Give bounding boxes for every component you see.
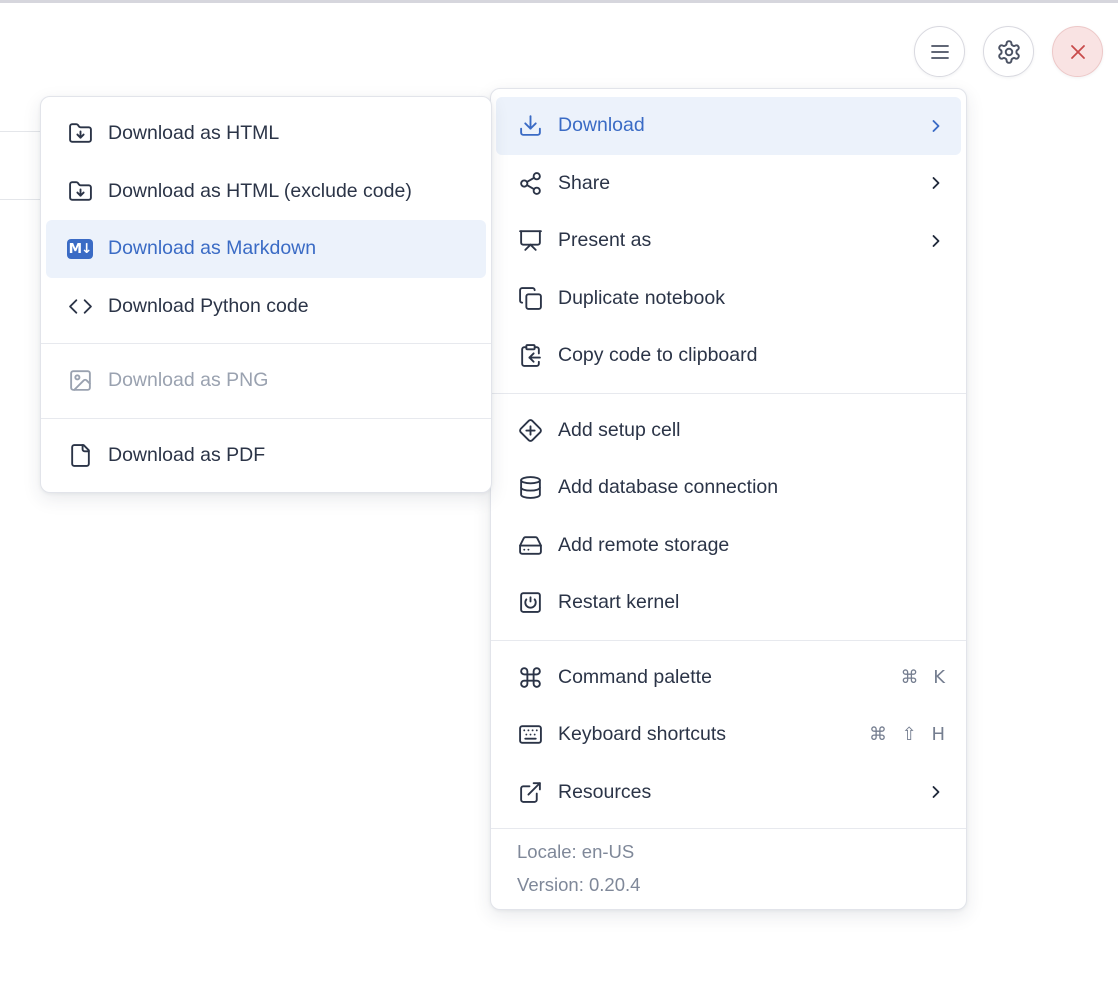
menu-item-label: Download as PNG xyxy=(108,369,471,392)
menu-item-label: Present as xyxy=(558,229,911,252)
presentation-icon xyxy=(517,228,543,253)
menu-item-label: Download as HTML (exclude code) xyxy=(108,180,471,203)
menu-item-duplicate-notebook[interactable]: Duplicate notebook xyxy=(491,270,966,328)
copy-icon xyxy=(517,286,543,311)
menu-item-download-as-html-exclude-code[interactable]: Download as HTML (exclude code) xyxy=(41,163,491,221)
gear-icon xyxy=(996,39,1022,65)
notebook-menu-button[interactable] xyxy=(914,26,965,77)
menu-item-add-database-connection[interactable]: Add database connection xyxy=(491,459,966,517)
keyboard-icon xyxy=(517,722,543,747)
x-icon xyxy=(1066,40,1090,64)
notebook-actions-menu: Download Share Present as Duplicate noteboo… xyxy=(490,88,967,910)
external-link-icon xyxy=(517,780,543,805)
menu-item-label: Download Python code xyxy=(108,295,471,318)
menu-item-label: Add database connection xyxy=(558,476,946,499)
menu-item-label: Add remote storage xyxy=(558,534,946,557)
markdown-download-icon: M↓ xyxy=(67,239,93,259)
menu-divider xyxy=(491,640,966,641)
page-top-border xyxy=(0,0,1118,3)
menu-item-present-as[interactable]: Present as xyxy=(491,212,966,270)
code-icon xyxy=(67,294,93,319)
shortcut-hint: ⌘ K xyxy=(900,667,946,688)
menu-footer: Locale: en-US Version: 0.20.4 xyxy=(491,828,966,909)
chevron-right-icon xyxy=(926,173,946,193)
page-divider-line xyxy=(0,199,41,200)
version-text: Version: 0.20.4 xyxy=(517,868,940,901)
menu-divider xyxy=(41,418,491,419)
close-button[interactable] xyxy=(1052,26,1103,77)
download-submenu: Download as HTML Download as HTML (exclud… xyxy=(40,96,492,493)
file-icon xyxy=(67,443,93,468)
menu-item-download[interactable]: Download xyxy=(496,97,961,155)
menu-item-label: Copy code to clipboard xyxy=(558,344,946,367)
menu-item-resources[interactable]: Resources xyxy=(491,764,966,822)
menu-item-command-palette[interactable]: Command palette ⌘ K xyxy=(491,649,966,707)
chevron-right-icon xyxy=(926,116,946,136)
chevron-right-icon xyxy=(926,782,946,802)
menu-item-add-setup-cell[interactable]: Add setup cell xyxy=(491,402,966,460)
menu-item-label: Download as HTML xyxy=(108,122,471,145)
chevron-right-icon xyxy=(926,231,946,251)
square-power-icon xyxy=(517,590,543,615)
menu-item-add-remote-storage[interactable]: Add remote storage xyxy=(491,517,966,575)
menu-item-download-as-html[interactable]: Download as HTML xyxy=(41,105,491,163)
menu-item-download-as-pdf[interactable]: Download as PDF xyxy=(41,427,491,485)
menu-item-label: Keyboard shortcuts xyxy=(558,723,854,746)
clipboard-copy-icon xyxy=(517,343,543,368)
folder-down-icon xyxy=(67,179,93,204)
menu-item-download-as-png[interactable]: Download as PNG xyxy=(41,352,491,410)
menu-item-keyboard-shortcuts[interactable]: Keyboard shortcuts ⌘ ⇧ H xyxy=(491,706,966,764)
download-icon xyxy=(517,113,543,138)
settings-button[interactable] xyxy=(983,26,1034,77)
command-icon xyxy=(517,665,543,690)
menu-item-label: Download as Markdown xyxy=(108,237,471,260)
menu-item-label: Duplicate notebook xyxy=(558,287,946,310)
menu-item-download-python-code[interactable]: Download Python code xyxy=(41,278,491,336)
diamond-plus-icon xyxy=(517,418,543,443)
hamburger-menu-icon xyxy=(928,40,952,64)
menu-item-label: Restart kernel xyxy=(558,591,946,614)
menu-item-download-as-markdown[interactable]: M↓ Download as Markdown xyxy=(46,220,486,278)
menu-item-label: Download xyxy=(558,114,911,137)
floating-toolbar xyxy=(914,26,1103,77)
menu-item-copy-code-to-clipboard[interactable]: Copy code to clipboard xyxy=(491,327,966,385)
hard-drive-icon xyxy=(517,533,543,558)
menu-item-label: Download as PDF xyxy=(108,444,471,467)
menu-item-label: Share xyxy=(558,172,911,195)
menu-item-share[interactable]: Share xyxy=(491,155,966,213)
page-divider-line xyxy=(0,131,41,132)
menu-divider xyxy=(41,343,491,344)
menu-divider xyxy=(491,393,966,394)
database-icon xyxy=(517,475,543,500)
menu-item-label: Add setup cell xyxy=(558,419,946,442)
menu-item-label: Command palette xyxy=(558,666,885,689)
menu-item-restart-kernel[interactable]: Restart kernel xyxy=(491,574,966,632)
locale-text: Locale: en-US xyxy=(517,835,940,868)
share-icon xyxy=(517,171,543,196)
shortcut-hint: ⌘ ⇧ H xyxy=(869,724,946,745)
menu-item-label: Resources xyxy=(558,781,911,804)
folder-down-icon xyxy=(67,121,93,146)
image-icon xyxy=(67,368,93,393)
